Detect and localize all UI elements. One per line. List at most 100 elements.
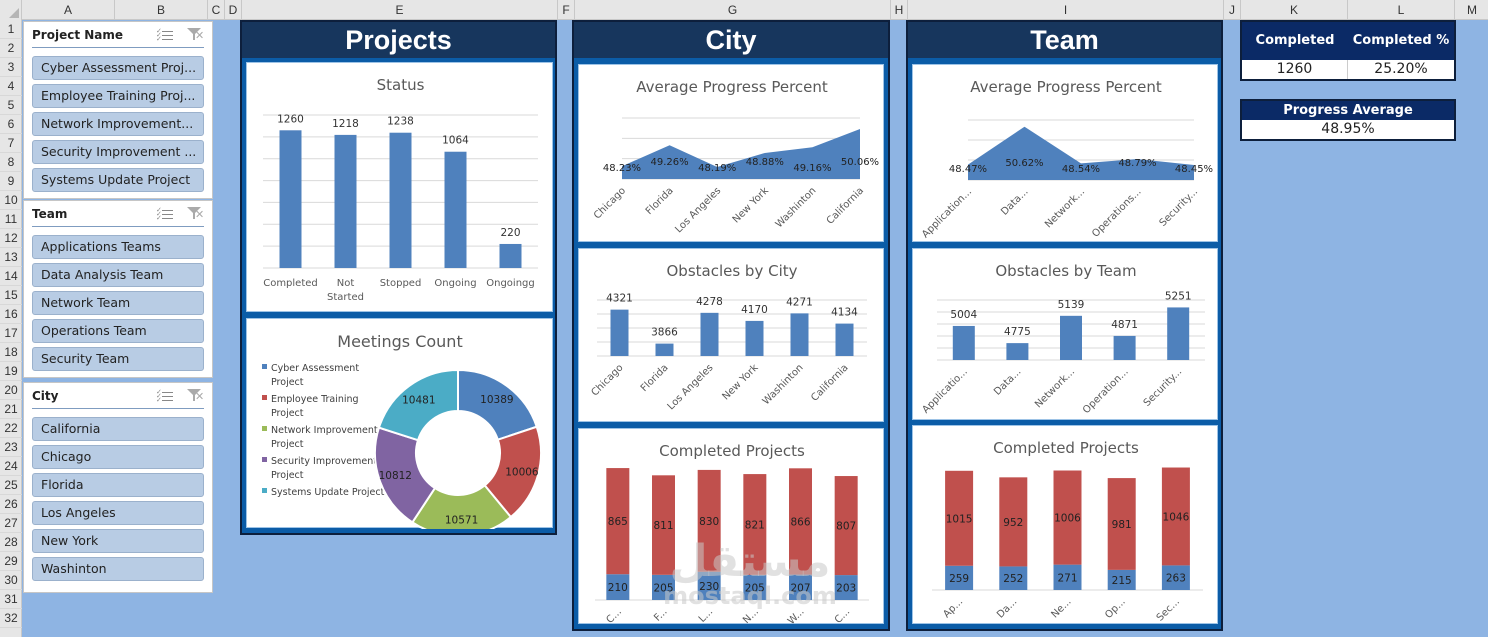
row-header-20[interactable]: 20 [0, 381, 22, 400]
slicer-item[interactable]: Data Analysis Team [32, 263, 204, 287]
column-header-e[interactable]: E [242, 0, 558, 20]
row-header-11[interactable]: 11 [0, 210, 22, 229]
row-header-30[interactable]: 30 [0, 571, 22, 590]
data-label: 4775 [1004, 326, 1031, 338]
slicer-item[interactable]: Systems Update Project [32, 168, 204, 192]
slicer-team: Team ✓ ✓ ✓ ✕ Applications Teams Data Analys… [23, 200, 213, 378]
row-header-19[interactable]: 19 [0, 362, 22, 381]
slicer-item[interactable]: Network Team [32, 291, 204, 315]
status-chart[interactable]: Status 1260 Completed 1218 Not Started 1238 Sto… [246, 62, 553, 312]
slicer-item[interactable]: California [32, 417, 204, 441]
row-header-23[interactable]: 23 [0, 438, 22, 457]
row-header-22[interactable]: 22 [0, 419, 22, 438]
row-header-24[interactable]: 24 [0, 457, 22, 476]
row-header-14[interactable]: 14 [0, 267, 22, 286]
row-header-12[interactable]: 12 [0, 229, 22, 248]
row-header-17[interactable]: 17 [0, 324, 22, 343]
clear-filter-icon[interactable]: ✕ [186, 206, 204, 222]
progress-average-kpi: Progress Average 48.95% [1240, 99, 1456, 141]
row-header-8[interactable]: 8 [0, 153, 22, 172]
slicer-item[interactable]: Operations Team [32, 319, 204, 343]
column-header-f[interactable]: F [558, 0, 575, 20]
row-header-27[interactable]: 27 [0, 514, 22, 533]
column-header-m[interactable]: M [1455, 0, 1488, 20]
row-header-1[interactable]: 1 [0, 20, 22, 39]
data-label: 220 [500, 227, 520, 239]
slicer-item[interactable]: Washinton [32, 557, 204, 581]
slicer-item[interactable]: Employee Training Proj... [32, 84, 204, 108]
progress-average-value: 48.95% [1321, 121, 1375, 137]
slicer-item[interactable]: Cyber Assessment Proj... [32, 56, 204, 80]
slicer-item[interactable]: Security Improvement ... [32, 140, 204, 164]
column-header-k[interactable]: K [1241, 0, 1348, 20]
clear-filter-icon[interactable]: ✕ [186, 388, 204, 404]
axis-tick-label: Data... [992, 366, 1023, 397]
column-header-a[interactable]: A [22, 0, 115, 20]
select-all-corner[interactable] [0, 0, 22, 20]
progress-average-header: Progress Average [1242, 101, 1454, 120]
row-header-21[interactable]: 21 [0, 400, 22, 419]
column-header-c[interactable]: C [208, 0, 225, 20]
row-header-31[interactable]: 31 [0, 590, 22, 609]
column-header-j[interactable]: J [1224, 0, 1241, 20]
axis-tick-label: Operations... [1090, 186, 1143, 239]
slicer-item[interactable]: Applications Teams [32, 235, 204, 259]
column-header-i[interactable]: I [908, 0, 1224, 20]
data-label: 830 [699, 516, 719, 528]
data-label: 1218 [332, 118, 359, 130]
row-header-4[interactable]: 4 [0, 77, 22, 96]
data-label: 49.16% [793, 163, 831, 174]
row-header-bar: 1 2 3 4 5 6 7 8 9 10 11 12 13 14 15 16 17 18 19 20 21 22 23 24 2… [0, 20, 22, 637]
slicer-item[interactable]: New York [32, 529, 204, 553]
row-header-9[interactable]: 9 [0, 172, 22, 191]
data-label: 48.54% [1062, 164, 1100, 175]
column-header-d[interactable]: D [225, 0, 242, 20]
slicer-title: City [32, 388, 59, 403]
row-header-28[interactable]: 28 [0, 533, 22, 552]
row-header-18[interactable]: 18 [0, 343, 22, 362]
axis-tick-label: Application... [920, 186, 974, 240]
city-completed-chart[interactable]: Completed Projects 210 865 C... 205 811 F... 23… [578, 428, 884, 625]
data-label: 1260 [277, 113, 304, 125]
row-header-16[interactable]: 16 [0, 305, 22, 324]
data-label: 807 [836, 521, 856, 533]
row-header-26[interactable]: 26 [0, 495, 22, 514]
slicer-item[interactable]: Chicago [32, 445, 204, 469]
city-obstacles-chart[interactable]: Obstacles by City 4321 Chicago 3866 Florida 4… [578, 248, 884, 422]
multi-select-icon[interactable]: ✓ ✓ ✓ [156, 28, 174, 43]
column-header-b[interactable]: B [115, 0, 208, 20]
row-header-5[interactable]: 5 [0, 96, 22, 115]
data-label: 10571 [445, 514, 478, 526]
city-progress-chart[interactable]: Average Progress Percent 48.23% Chicago 49.… [578, 64, 884, 242]
axis-tick-label: Data... [999, 186, 1030, 217]
team-progress-chart[interactable]: Average Progress Percent 48.47% Applicatio… [912, 64, 1218, 242]
multi-select-icon[interactable]: ✓ ✓ ✓ [156, 389, 174, 404]
clear-filter-icon[interactable]: ✕ [186, 27, 204, 43]
axis-tick-label: Security... [1158, 186, 1201, 229]
slicer-item[interactable]: Security Team [32, 347, 204, 371]
row-header-15[interactable]: 15 [0, 286, 22, 305]
slicer-item[interactable]: Florida [32, 473, 204, 497]
multi-select-icon[interactable]: ✓ ✓ ✓ [156, 207, 174, 222]
row-header-25[interactable]: 25 [0, 476, 22, 495]
row-header-29[interactable]: 29 [0, 552, 22, 571]
row-header-6[interactable]: 6 [0, 115, 22, 134]
slicer-item[interactable]: Network Improvement... [32, 112, 204, 136]
axis-tick-label: Started [327, 292, 364, 303]
column-header-g[interactable]: G [575, 0, 891, 20]
team-obstacles-chart[interactable]: Obstacles by Team 5004 Applicatio... 4775 Da… [912, 248, 1218, 420]
column-header-l[interactable]: L [1348, 0, 1455, 20]
bar [745, 320, 764, 356]
team-completed-chart[interactable]: Completed Projects 259 1015 Ap... 252 952 Da..… [912, 425, 1218, 624]
data-label: 205 [745, 582, 765, 594]
meetings-count-chart[interactable]: Meetings Count Cyber Assessment Project Emp… [246, 318, 553, 529]
column-header-h[interactable]: H [891, 0, 908, 20]
row-header-3[interactable]: 3 [0, 58, 22, 77]
row-header-32[interactable]: 32 [0, 609, 22, 628]
data-label: 263 [1166, 573, 1186, 585]
slicer-item[interactable]: Los Angeles [32, 501, 204, 525]
row-header-2[interactable]: 2 [0, 39, 22, 58]
row-header-7[interactable]: 7 [0, 134, 22, 153]
row-header-10[interactable]: 10 [0, 191, 22, 210]
row-header-13[interactable]: 13 [0, 248, 22, 267]
